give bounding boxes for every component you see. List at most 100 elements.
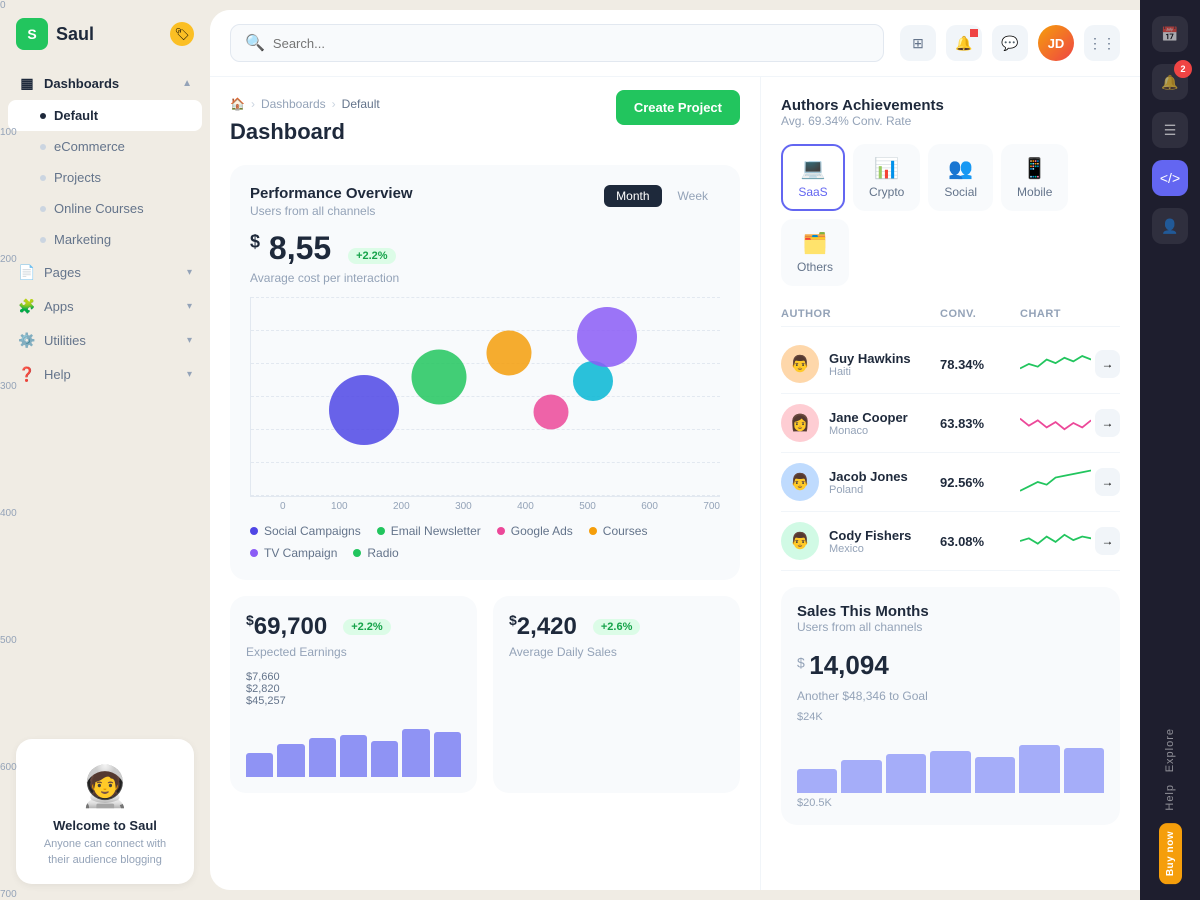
view-button[interactable]: → [1095, 527, 1120, 555]
chart-cell: → [1020, 526, 1120, 556]
sidebar-item-help[interactable]: ❓ Help ▾ [8, 357, 202, 391]
crypto-icon: 📊 [874, 156, 899, 181]
user-icon-btn[interactable]: 👤 [1152, 208, 1188, 244]
earnings-value: $69,700 [246, 612, 327, 641]
daily-sales-card: $2,420 +2.6% Average Daily Sales [493, 596, 740, 793]
mobile-icon: 📱 [1022, 156, 1047, 181]
col-author: AUTHOR [781, 308, 940, 320]
bubble-ads [486, 330, 531, 375]
search-input[interactable] [273, 36, 869, 51]
chevron-icon: ▾ [187, 301, 192, 312]
sparkline-chart [1020, 526, 1091, 556]
sidebar-item-apps[interactable]: 🧩 Apps ▾ [8, 289, 202, 323]
calendar-icon-btn[interactable]: 📅 [1152, 16, 1188, 52]
author-info: 👨 Guy Hawkins Haiti [781, 345, 940, 383]
view-button[interactable]: → [1095, 350, 1120, 378]
authors-title: Authors Achievements [781, 97, 1120, 114]
tab-month[interactable]: Month [604, 185, 661, 207]
help-label: Help [1164, 784, 1176, 811]
tab-week[interactable]: Week [666, 185, 720, 207]
pages-icon: 📄 [18, 263, 36, 281]
author-avatar: 👨 [781, 463, 819, 501]
create-project-button[interactable]: Create Project [616, 90, 740, 125]
sales-y-labels: $24K [797, 711, 1104, 723]
utilities-icon: ⚙️ [18, 331, 36, 349]
authors-subtitle: Avg. 69.34% Conv. Rate [781, 114, 1120, 128]
expected-earnings-card: $69,700 +2.2% Expected Earnings $7,660 $… [230, 596, 477, 793]
nav-dot [40, 113, 46, 119]
sparkline-chart [1020, 408, 1091, 438]
cat-tab-social[interactable]: 👥 Social [928, 144, 993, 211]
others-icon: 🗂️ [803, 231, 828, 256]
metric-value: $ 8,55 [250, 230, 340, 266]
legend-dot [353, 549, 361, 557]
bubble-courses [534, 395, 569, 430]
author-country: Monaco [829, 425, 908, 437]
breadcrumb-dashboards[interactable]: Dashboards [261, 97, 326, 111]
nav-section: ▦ Dashboards ▲ Default eCommerce Project… [0, 62, 210, 395]
sidebar-item-online-courses[interactable]: Online Courses [8, 193, 202, 224]
user-avatar[interactable]: JD [1038, 25, 1074, 61]
sidebar-item-ecommerce[interactable]: eCommerce [8, 131, 202, 162]
view-button[interactable]: → [1095, 468, 1120, 496]
sidebar-item-utilities[interactable]: ⚙️ Utilities ▾ [8, 323, 202, 357]
chevron-icon: ▲ [182, 78, 192, 89]
right-sidebar: 📅 🔔 2 ☰ </> 👤 Explore Help Buy now [1140, 0, 1200, 900]
earnings-label: Expected Earnings [246, 645, 461, 659]
chevron-icon: ▾ [187, 369, 192, 380]
view-button[interactable]: → [1095, 409, 1120, 437]
sidebar-item-projects[interactable]: Projects [8, 162, 202, 193]
sidebar-item-marketing[interactable]: Marketing [8, 224, 202, 255]
author-info: 👨 Cody Fishers Mexico [781, 522, 940, 560]
bubble-radio [577, 307, 637, 367]
performance-card: Performance Overview Users from all chan… [230, 165, 740, 580]
search-box[interactable]: 🔍 [230, 24, 884, 62]
col-chart: CHART [1020, 308, 1120, 320]
breadcrumb-current: Default [342, 97, 380, 111]
metric-label: Avarage cost per interaction [250, 271, 720, 285]
table-row: 👩 Jane Cooper Monaco 63.83% → [781, 394, 1120, 453]
logo-area: S Saul 🏷 [0, 0, 210, 62]
author-avatar: 👨 [781, 522, 819, 560]
cat-tab-others[interactable]: 🗂️ Others [781, 219, 849, 286]
sidebar-item-pages[interactable]: 📄 Pages ▾ [8, 255, 202, 289]
metric-badge: +2.2% [348, 248, 396, 264]
sales-goal: Another $48,346 to Goal [797, 689, 1104, 703]
author-info: 👨 Jacob Jones Poland [781, 463, 940, 501]
legend-dot [589, 527, 597, 535]
chat-btn[interactable]: 💬 [992, 25, 1028, 61]
chevron-icon: ▾ [187, 335, 192, 346]
legend-google-ads: Google Ads [497, 524, 573, 538]
sidebar-item-default[interactable]: Default [8, 100, 202, 131]
notification-icon-btn[interactable]: 🔔 2 [1152, 64, 1188, 100]
authors-table: AUTHOR CONV. CHART 👨 Guy Hawkins Haiti 7… [781, 302, 1120, 571]
author-avatar: 👨 [781, 345, 819, 383]
card-header: Performance Overview Users from all chan… [250, 185, 720, 218]
card-info: Performance Overview Users from all chan… [250, 185, 413, 218]
cat-tab-saas[interactable]: 💻 SaaS [781, 144, 845, 211]
code-icon-btn[interactable]: </> [1152, 160, 1188, 196]
buy-now-button[interactable]: Buy now [1159, 823, 1182, 884]
period-tabs: Month Week [604, 185, 720, 207]
sales-y-label-2: $20.5K [797, 797, 1104, 809]
sales-amount: $ 14,094 [797, 650, 1104, 681]
content-area: 🏠 › Dashboards › Default Dashboard Creat… [210, 77, 1140, 890]
dashboards-icon: ▦ [18, 74, 36, 92]
bubble-chart-container: 700 600 500 400 300 200 100 0 [250, 297, 720, 512]
cat-tab-mobile[interactable]: 📱 Mobile [1001, 144, 1068, 211]
welcome-card: 🧑‍🚀 Welcome to Saul Anyone can connect w… [16, 739, 194, 884]
menu-btn[interactable]: ⋮⋮ [1084, 25, 1120, 61]
col-conv: CONV. [940, 308, 1020, 320]
notifications-btn[interactable]: 🔔 [946, 25, 982, 61]
sales-subtitle: Users from all channels [797, 620, 1104, 634]
sales-badge: +2.6% [593, 619, 641, 635]
legend-courses: Courses [589, 524, 648, 538]
grid-view-btn[interactable]: ⊞ [900, 25, 936, 61]
cat-tab-crypto[interactable]: 📊 Crypto [853, 144, 920, 211]
sidebar-item-dashboards[interactable]: ▦ Dashboards ▲ [8, 66, 202, 100]
chart-cell: → [1020, 408, 1120, 438]
menu-icon-btn[interactable]: ☰ [1152, 112, 1188, 148]
conv-value: 63.83% [940, 416, 1020, 431]
table-row: 👨 Guy Hawkins Haiti 78.34% → [781, 335, 1120, 394]
conv-value: 63.08% [940, 534, 1020, 549]
